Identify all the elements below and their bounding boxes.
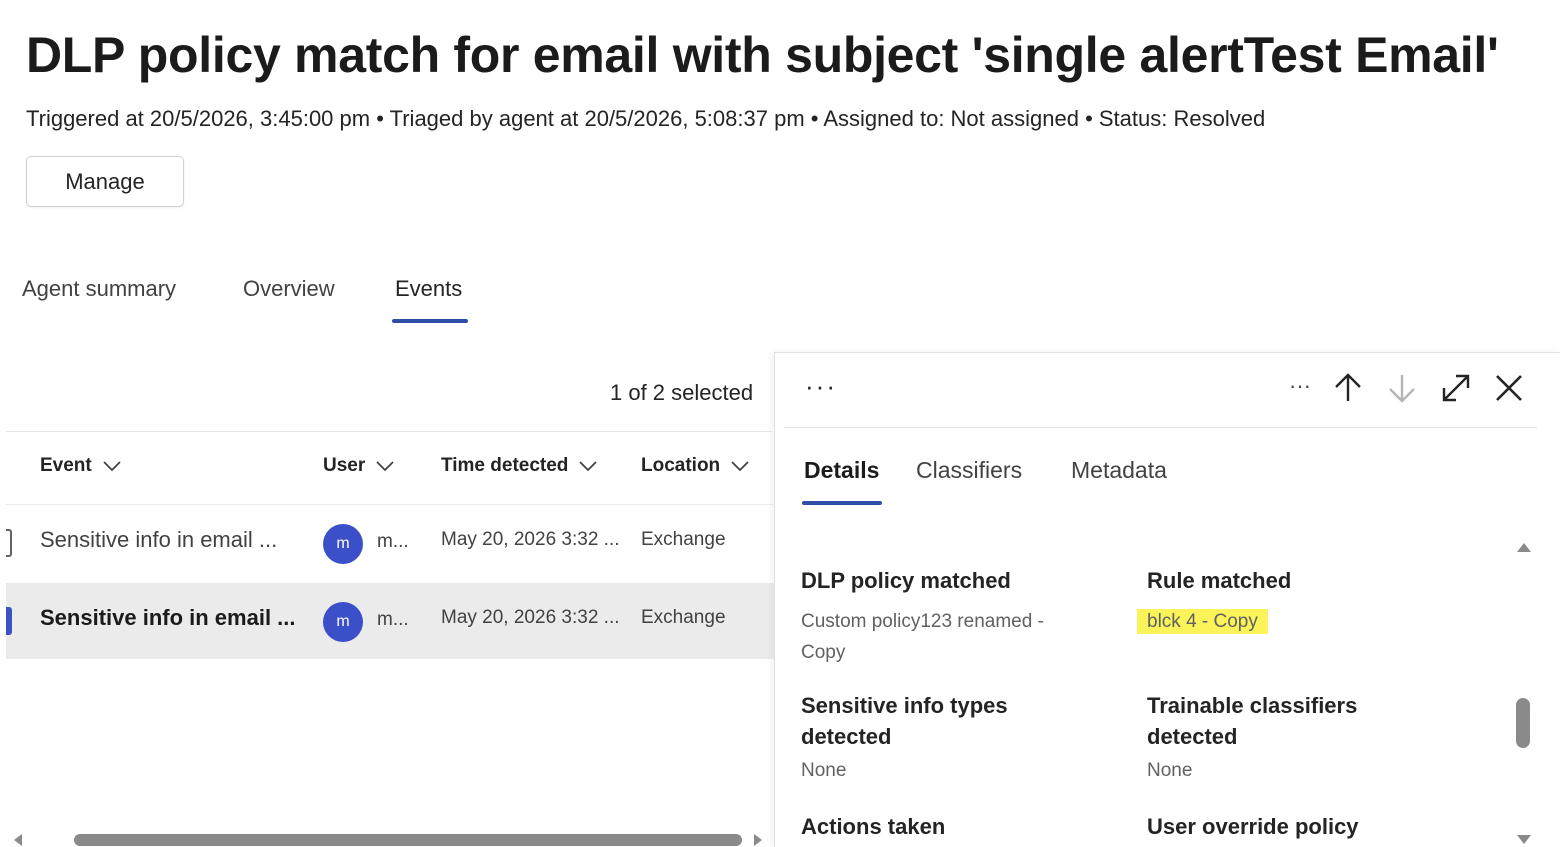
user-cell: m...	[377, 531, 409, 552]
scroll-left-arrow[interactable]	[14, 834, 22, 846]
location-cell: Exchange	[641, 607, 726, 628]
page-title: DLP policy match for email with subject …	[26, 27, 1499, 83]
location-cell: Exchange	[641, 529, 726, 550]
chevron-down-icon	[579, 461, 598, 472]
arrow-up-icon[interactable]	[1331, 371, 1365, 405]
rule-matched-label: Rule matched	[1147, 568, 1292, 593]
chevron-down-icon	[376, 461, 394, 472]
expand-icon[interactable]	[1439, 371, 1473, 405]
alert-meta-line: Triggered at 20/5/2026, 3:45:00 pm • Tri…	[26, 106, 1266, 131]
actions-taken-label: Actions taken	[801, 814, 946, 839]
column-header-location[interactable]: Location	[641, 455, 750, 477]
horizontal-scrollbar-thumb[interactable]	[74, 834, 742, 846]
avatar: m	[323, 524, 363, 564]
table-divider	[6, 431, 772, 432]
row-checkbox[interactable]	[6, 529, 12, 557]
tab-details[interactable]: Details	[804, 457, 879, 484]
tab-overview[interactable]: Overview	[243, 276, 335, 302]
scroll-down-arrow[interactable]	[1517, 835, 1531, 844]
dlp-policy-matched-label: DLP policy matched	[801, 568, 1011, 593]
close-icon[interactable]	[1492, 371, 1526, 405]
manage-button[interactable]: Manage	[26, 156, 184, 207]
time-detected-cell: May 20, 2026 3:32 ...	[441, 529, 620, 550]
avatar: m	[323, 602, 363, 642]
scroll-up-arrow[interactable]	[1517, 543, 1531, 552]
more-icon[interactable]: ···	[805, 371, 837, 402]
more-actions-icon[interactable]: ···	[1283, 371, 1317, 405]
chevron-down-icon	[731, 461, 749, 472]
sensitive-info-types-value: None	[801, 760, 847, 781]
highlighted-value: blck 4 - Copy	[1137, 609, 1268, 634]
arrow-down-icon[interactable]	[1385, 371, 1419, 405]
table-row[interactable]: Sensitive info in email ... m m... May 2…	[6, 505, 774, 581]
vertical-scrollbar-thumb[interactable]	[1516, 698, 1530, 748]
tab-agent-summary[interactable]: Agent summary	[22, 276, 176, 302]
row-checkbox[interactable]	[6, 607, 12, 635]
active-tab-indicator	[802, 501, 882, 505]
panel-divider	[785, 427, 1537, 428]
selection-count: 1 of 2 selected	[610, 380, 754, 405]
table-row[interactable]: Sensitive info in email ... m m... May 2…	[6, 583, 774, 659]
event-cell: Sensitive info in email ...	[40, 605, 296, 630]
user-cell: m...	[377, 609, 409, 630]
dlp-policy-matched-value: Custom policy123 renamed - Copy	[801, 611, 1044, 663]
trainable-classifiers-value: None	[1147, 760, 1193, 781]
tab-metadata[interactable]: Metadata	[1071, 457, 1167, 484]
rule-matched-value: blck 4 - Copy	[1137, 606, 1268, 637]
event-details-panel: ··· ··· Details Classifiers Metadata DLP…	[774, 352, 1560, 847]
column-header-label: Time detected	[441, 455, 569, 476]
column-header-label: Location	[641, 455, 721, 476]
event-cell: Sensitive info in email ...	[40, 527, 278, 552]
user-override-policy-label: User override policy	[1147, 814, 1359, 839]
column-header-time-detected[interactable]: Time detected	[441, 455, 598, 477]
scroll-right-arrow[interactable]	[754, 834, 762, 846]
column-header-user[interactable]: User	[323, 455, 395, 477]
chevron-down-icon	[103, 461, 121, 472]
trainable-classifiers-label: Trainable classifiers detected	[1147, 693, 1358, 749]
column-header-event[interactable]: Event	[40, 455, 122, 477]
tab-classifiers[interactable]: Classifiers	[916, 457, 1022, 484]
column-header-label: Event	[40, 455, 92, 476]
active-tab-indicator	[392, 319, 468, 323]
time-detected-cell: May 20, 2026 3:32 ...	[441, 607, 620, 628]
sensitive-info-types-label: Sensitive info types detected	[801, 693, 1008, 749]
tab-events[interactable]: Events	[395, 276, 462, 302]
column-header-label: User	[323, 455, 366, 476]
